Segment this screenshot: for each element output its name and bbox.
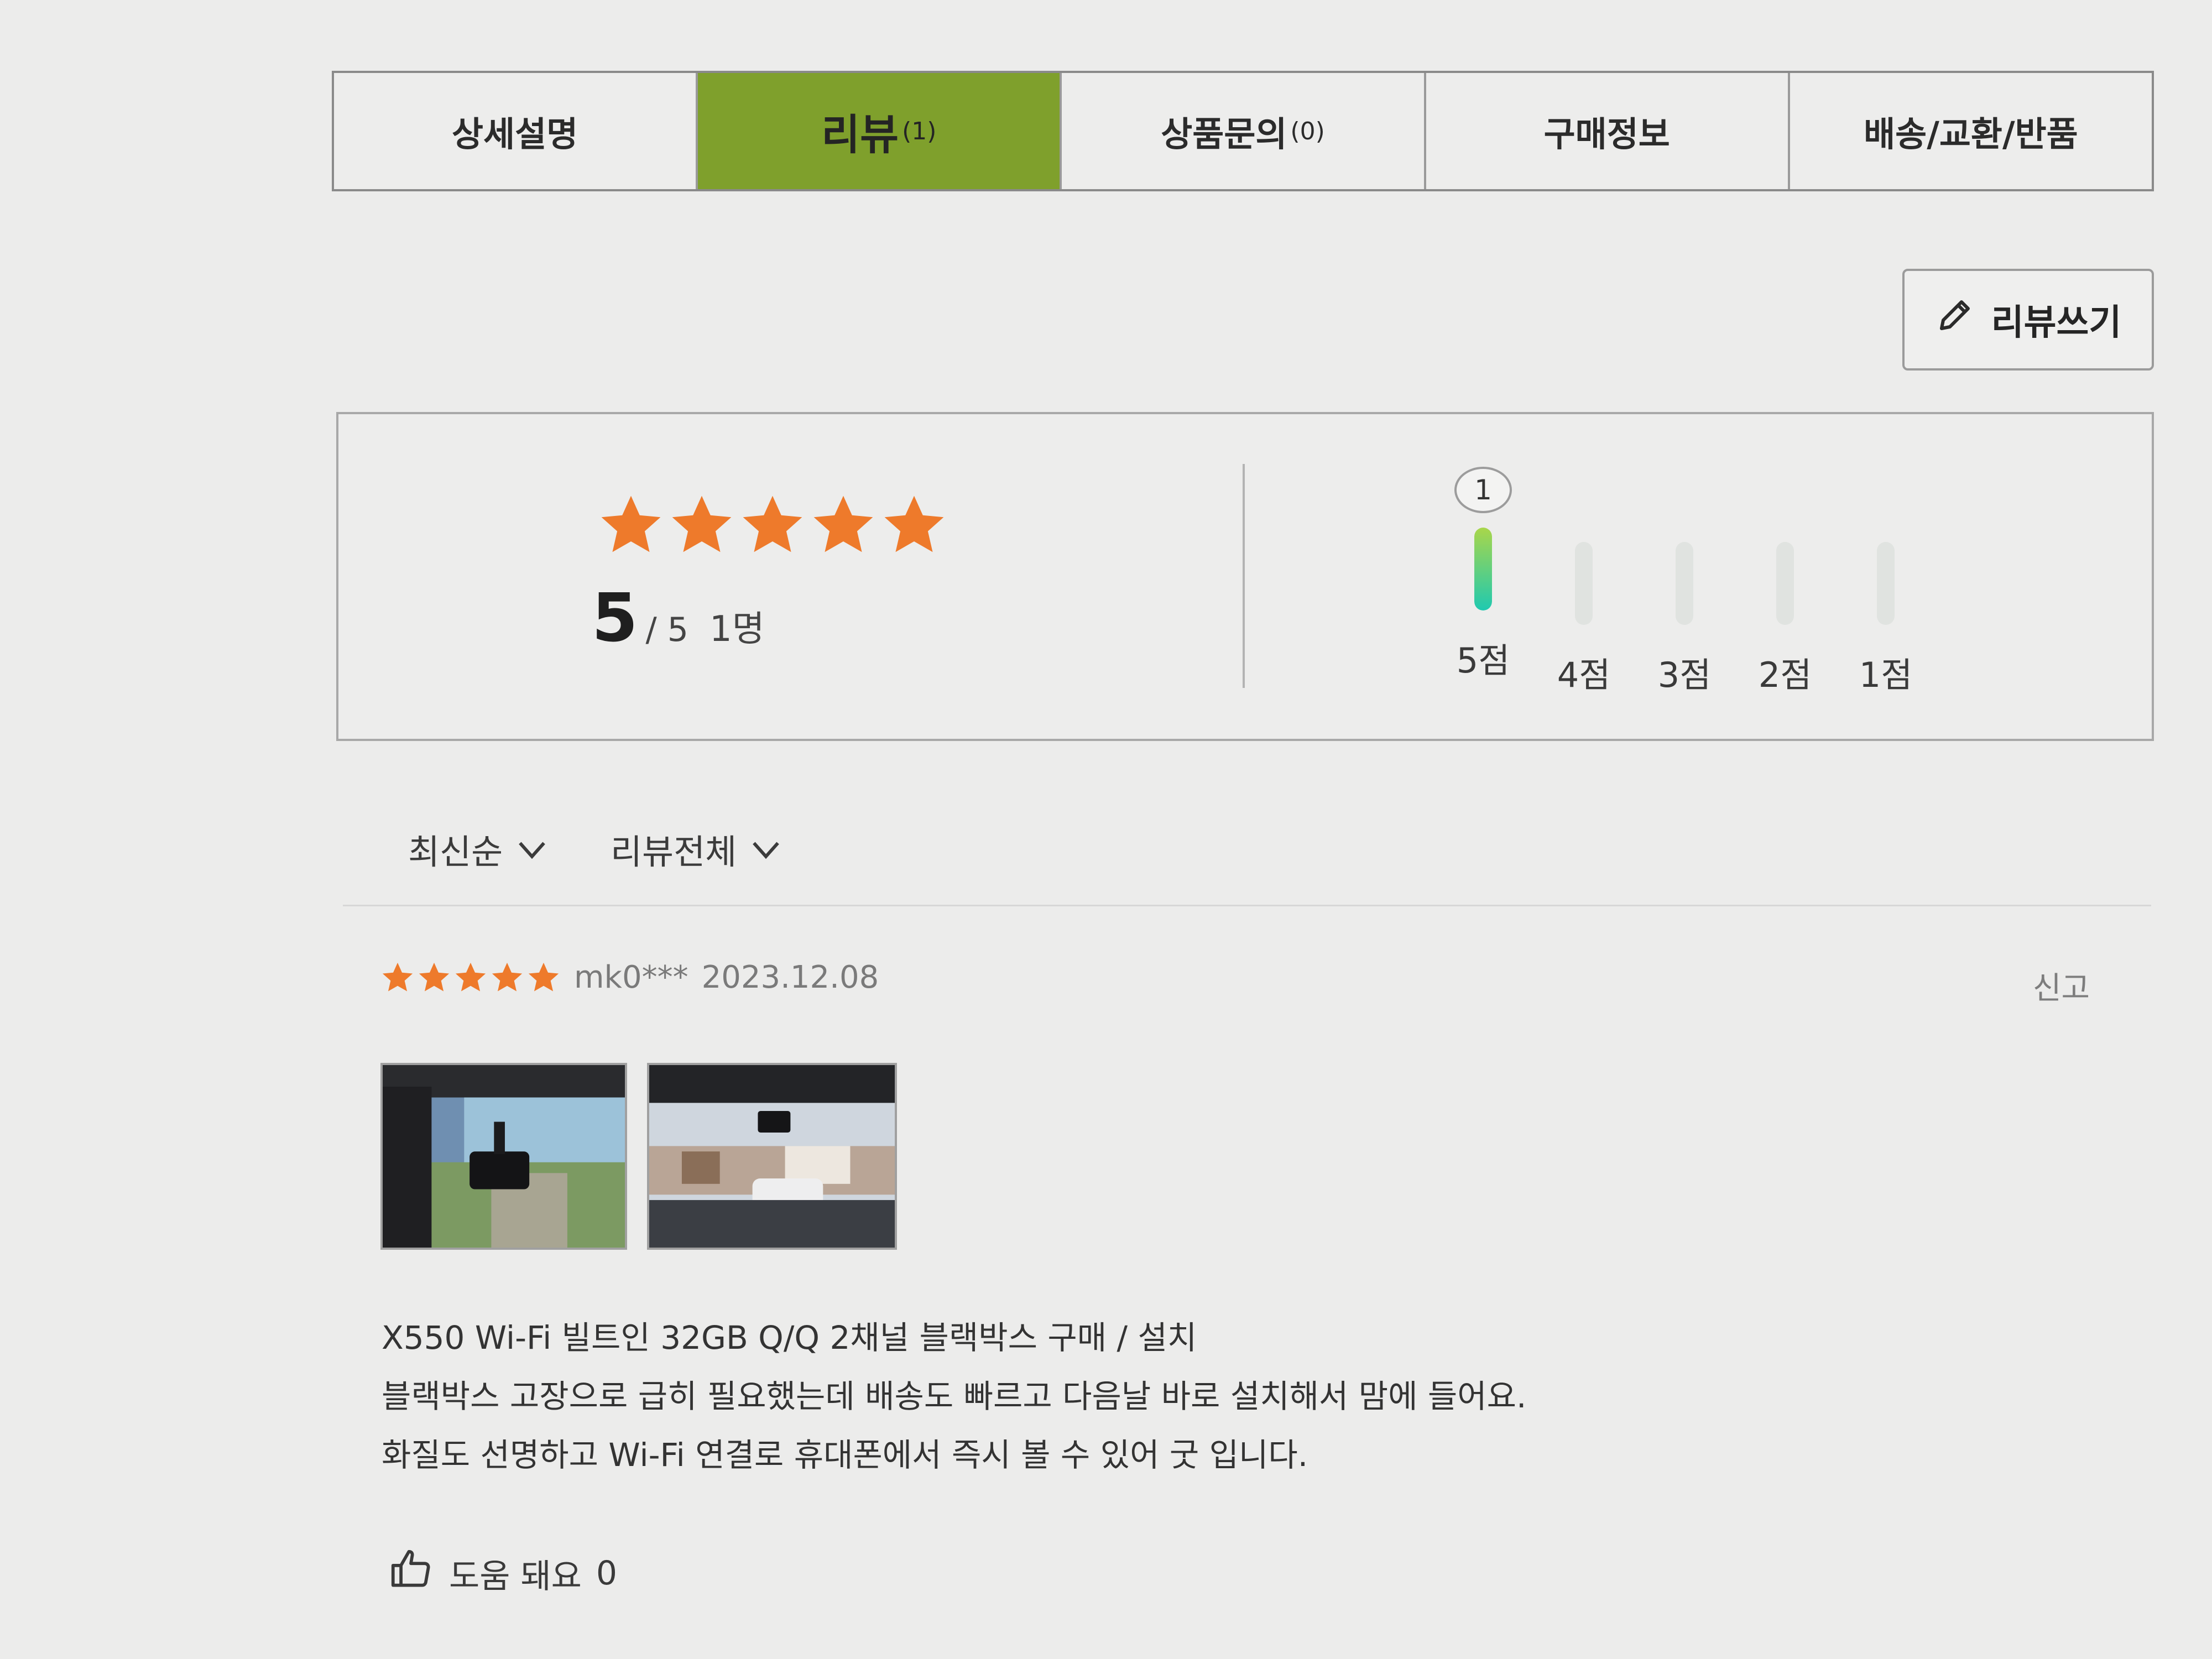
star-icon [743, 495, 802, 552]
star-icon [455, 962, 486, 992]
tab-reviews[interactable]: 리뷰 (1) [698, 73, 1062, 189]
review-tabs: 상세설명 리뷰 (1) 상품문의 (0) 구매정보 배송/교환/반품 [332, 71, 2154, 191]
summary-divider [1243, 464, 1245, 688]
dist-bar [1776, 542, 1794, 625]
helpful-button[interactable]: 도움 돼요 0 [387, 1537, 617, 1609]
reviewer-count: 1명 [709, 609, 765, 650]
dist-label: 5점 [1456, 640, 1510, 681]
dist-bar [1474, 528, 1492, 611]
dist-5: 1 5점 [1444, 467, 1522, 682]
dist-1: 1점 [1847, 467, 1924, 697]
helpful-count: 0 [596, 1554, 618, 1593]
sort-dropdown[interactable]: 최신순 [408, 824, 547, 874]
dist-label: 4점 [1557, 655, 1611, 695]
write-review-label: 리뷰쓰기 [1991, 302, 2122, 343]
star-icon [672, 495, 732, 552]
star-icon [419, 962, 450, 992]
dist-label: 2점 [1758, 655, 1812, 695]
average-stars [597, 492, 948, 559]
star-icon [601, 495, 661, 552]
average-score: 5 / 5 1명 [592, 580, 765, 657]
review-header: mk0*** 2023.12.08 [380, 959, 879, 995]
rating-summary: 5 / 5 1명 1 5점 4점 3점 2점 1점 [336, 412, 2154, 741]
star-icon [884, 495, 944, 552]
tab-details[interactable]: 상세설명 [334, 73, 698, 189]
write-review-button[interactable]: 리뷰쓰기 [1902, 269, 2154, 371]
tab-purchase-info[interactable]: 구매정보 [1426, 73, 1790, 189]
review-photo[interactable] [380, 1063, 627, 1250]
review-text-line: 화질도 선명하고 Wi-Fi 연결로 휴대폰에서 즉시 볼 수 있어 굿 입니다… [382, 1436, 1308, 1474]
dist-bar [1575, 542, 1593, 625]
score-max: / 5 [645, 611, 688, 649]
review-date: 2023.12.08 [701, 959, 879, 995]
report-link[interactable]: 신고 [2033, 963, 2090, 1008]
review-text-line: 블랙박스 고장으로 급히 필요했는데 배송도 빠르고 다음날 바로 설치해서 맘… [382, 1378, 1527, 1415]
scope-dropdown[interactable]: 리뷰전체 [611, 824, 781, 874]
review-text-line: X550 Wi-Fi 빌트인 32GB Q/Q 2채널 블랙박스 구매 / 설치 [382, 1319, 1197, 1357]
star-icon [382, 962, 413, 992]
dist-label: 1점 [1859, 655, 1913, 695]
dist-3: 3점 [1646, 467, 1723, 697]
tab-product-qna[interactable]: 상품문의 (0) [1062, 73, 1426, 189]
chevron-down-icon [751, 829, 781, 869]
dist-bar [1676, 542, 1693, 625]
rating-distribution: 1 5점 4점 3점 2점 1점 [1444, 467, 2212, 695]
dist-bar [1877, 542, 1895, 625]
thumbs-up-icon [387, 1546, 435, 1601]
chevron-down-icon [517, 829, 547, 869]
sort-label: 최신순 [408, 832, 503, 872]
dist-4: 4점 [1545, 467, 1623, 697]
review-stars [380, 961, 561, 995]
list-divider [343, 905, 2151, 906]
tab-shipping-return[interactable]: 배송/교환/반품 [1790, 73, 2152, 189]
score-value: 5 [592, 580, 638, 657]
dist-label: 3점 [1657, 655, 1712, 695]
review-user: mk0*** [574, 959, 688, 995]
scope-label: 리뷰전체 [611, 832, 737, 872]
star-icon [813, 495, 873, 552]
pencil-icon [1935, 295, 1975, 344]
star-icon [528, 962, 559, 992]
dist-2: 2점 [1746, 467, 1824, 697]
star-icon [492, 962, 523, 992]
review-photo[interactable] [647, 1063, 897, 1250]
count-bubble: 1 [1454, 467, 1512, 513]
helpful-label: 도움 돼요 [449, 1557, 582, 1596]
